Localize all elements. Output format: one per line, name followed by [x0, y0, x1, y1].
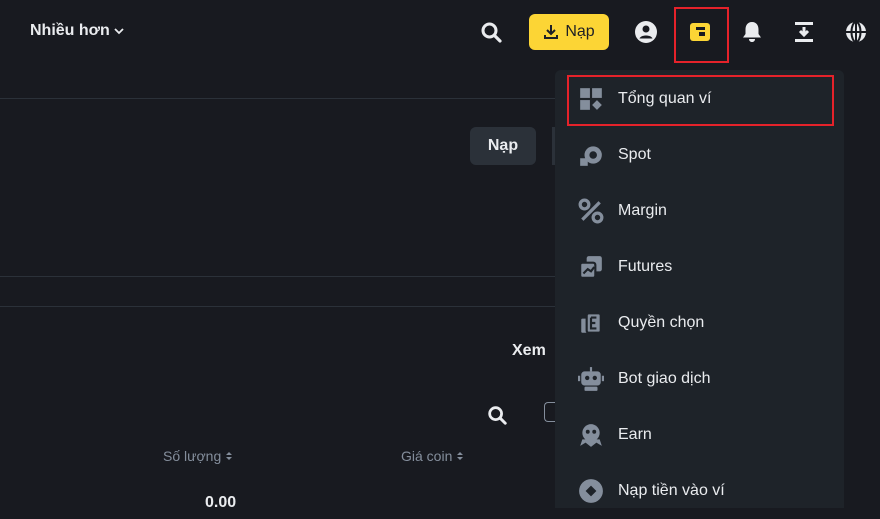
- column-header-label: Số lượng: [163, 448, 222, 464]
- search-button[interactable]: [477, 18, 505, 46]
- menu-item-label: Nạp tiền vào ví: [618, 482, 725, 499]
- section-divider: [0, 306, 555, 307]
- menu-item-margin[interactable]: Margin: [555, 183, 844, 239]
- menu-item-futures[interactable]: Futures: [555, 239, 844, 295]
- more-menu-label: Nhiều hơn: [30, 22, 110, 39]
- options-icon: [577, 309, 605, 337]
- menu-item-label: Tổng quan ví: [618, 90, 712, 107]
- download-app-button[interactable]: [790, 18, 818, 46]
- menu-item-spot[interactable]: Spot: [555, 127, 844, 183]
- download-icon: [544, 25, 559, 39]
- more-menu[interactable]: Nhiều hơn: [30, 22, 124, 40]
- profile-button[interactable]: [632, 18, 660, 46]
- menu-item-trading-bot[interactable]: Bot giao dịch: [555, 351, 844, 407]
- menu-item-label: Bot giao dịch: [618, 370, 711, 387]
- column-header-quantity[interactable]: Số lượng: [163, 448, 233, 464]
- page-deposit-button[interactable]: Nạp: [470, 127, 536, 165]
- bell-icon: [743, 22, 761, 42]
- top-navigation-bar: Nhiều hơn Nạp: [0, 0, 880, 64]
- column-header-price[interactable]: Giá coin: [401, 448, 464, 464]
- user-icon: [635, 21, 657, 43]
- percent-icon: [577, 197, 605, 225]
- chevron-down-icon: [114, 28, 124, 35]
- transfer-icon: [795, 22, 813, 42]
- deposit-button-label: Nạp: [565, 23, 595, 40]
- globe-icon: [846, 21, 866, 43]
- notifications-button[interactable]: [738, 18, 766, 46]
- earn-icon: [577, 421, 605, 449]
- futures-icon: [577, 253, 605, 281]
- menu-item-earn[interactable]: Earn: [555, 407, 844, 463]
- menu-item-label: Earn: [618, 426, 652, 443]
- fund-icon: [577, 477, 605, 505]
- amount-value: 0.00: [205, 494, 237, 511]
- sort-icon: [457, 452, 464, 460]
- robot-icon: [577, 365, 605, 393]
- sort-icon: [226, 452, 233, 460]
- menu-item-wallet-overview[interactable]: Tổng quan ví: [555, 71, 844, 127]
- menu-item-label: Margin: [618, 202, 667, 219]
- section-divider: [0, 276, 555, 277]
- spot-icon: [577, 141, 605, 169]
- wallet-icon: [690, 23, 710, 41]
- search-icon[interactable]: [486, 404, 508, 426]
- column-header-label: Giá coin: [401, 448, 453, 464]
- overview-grid-icon: [577, 85, 605, 113]
- menu-item-label: Futures: [618, 258, 673, 275]
- wallet-button[interactable]: [686, 18, 714, 46]
- section-divider: [0, 98, 555, 99]
- menu-item-options[interactable]: Quyền chọn: [555, 295, 844, 351]
- menu-item-label: Quyền chọn: [618, 314, 705, 331]
- search-icon: [481, 22, 502, 43]
- language-button[interactable]: [842, 18, 870, 46]
- wallet-dropdown-menu: Tổng quan ví Spot Margin Futures Quyền c…: [555, 70, 844, 508]
- view-label: Xem: [512, 342, 546, 359]
- deposit-button[interactable]: Nạp: [529, 14, 609, 50]
- menu-item-fund-wallet[interactable]: Nạp tiền vào ví: [555, 463, 844, 519]
- menu-item-label: Spot: [618, 146, 651, 163]
